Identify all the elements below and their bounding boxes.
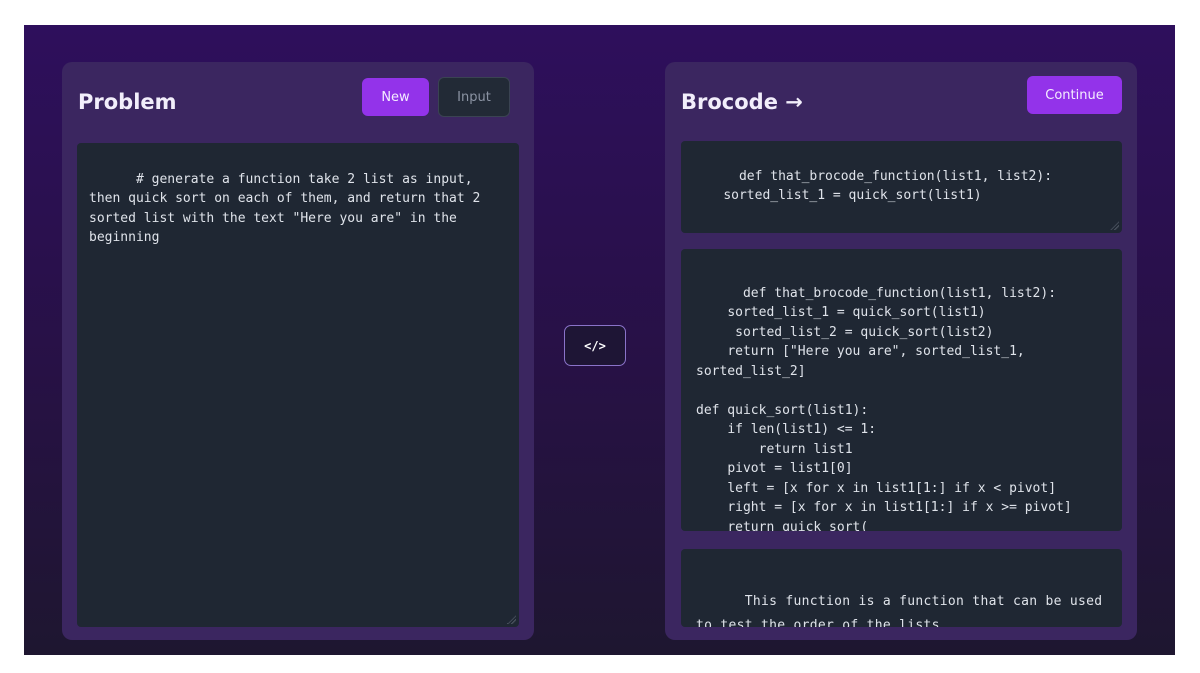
- new-button[interactable]: New: [362, 78, 429, 116]
- input-button[interactable]: Input: [438, 77, 510, 117]
- continue-button[interactable]: Continue: [1027, 76, 1122, 114]
- brocode-title: Brocode →: [681, 90, 803, 114]
- explanation-text: This function is a function that can be …: [696, 594, 1111, 627]
- problem-prompt-text: # generate a function take 2 list as inp…: [89, 171, 489, 246]
- brocode-panel: Brocode → Continue def that_brocode_func…: [665, 62, 1137, 640]
- brocode-title-text: Brocode: [681, 90, 778, 114]
- resize-handle[interactable]: [1110, 221, 1119, 230]
- partial-code-output[interactable]: def that_brocode_function(list1, list2):…: [681, 141, 1122, 233]
- arrow-right-icon: →: [785, 90, 803, 114]
- code-icon: </>: [584, 338, 606, 353]
- full-code-output: def that_brocode_function(list1, list2):…: [681, 249, 1122, 531]
- problem-title: Problem: [78, 90, 177, 114]
- explanation-box: This function is a function that can be …: [681, 549, 1122, 627]
- resize-handle[interactable]: [507, 615, 516, 624]
- full-code-text: def that_brocode_function(list1, list2):…: [696, 285, 1072, 532]
- problem-prompt-input[interactable]: # generate a function take 2 list as inp…: [77, 143, 519, 627]
- convert-button[interactable]: </>: [564, 325, 626, 366]
- partial-code-text: def that_brocode_function(list1, list2):…: [723, 168, 1053, 204]
- app-window: Problem New Input # generate a function …: [24, 25, 1175, 655]
- problem-panel: Problem New Input # generate a function …: [62, 62, 534, 640]
